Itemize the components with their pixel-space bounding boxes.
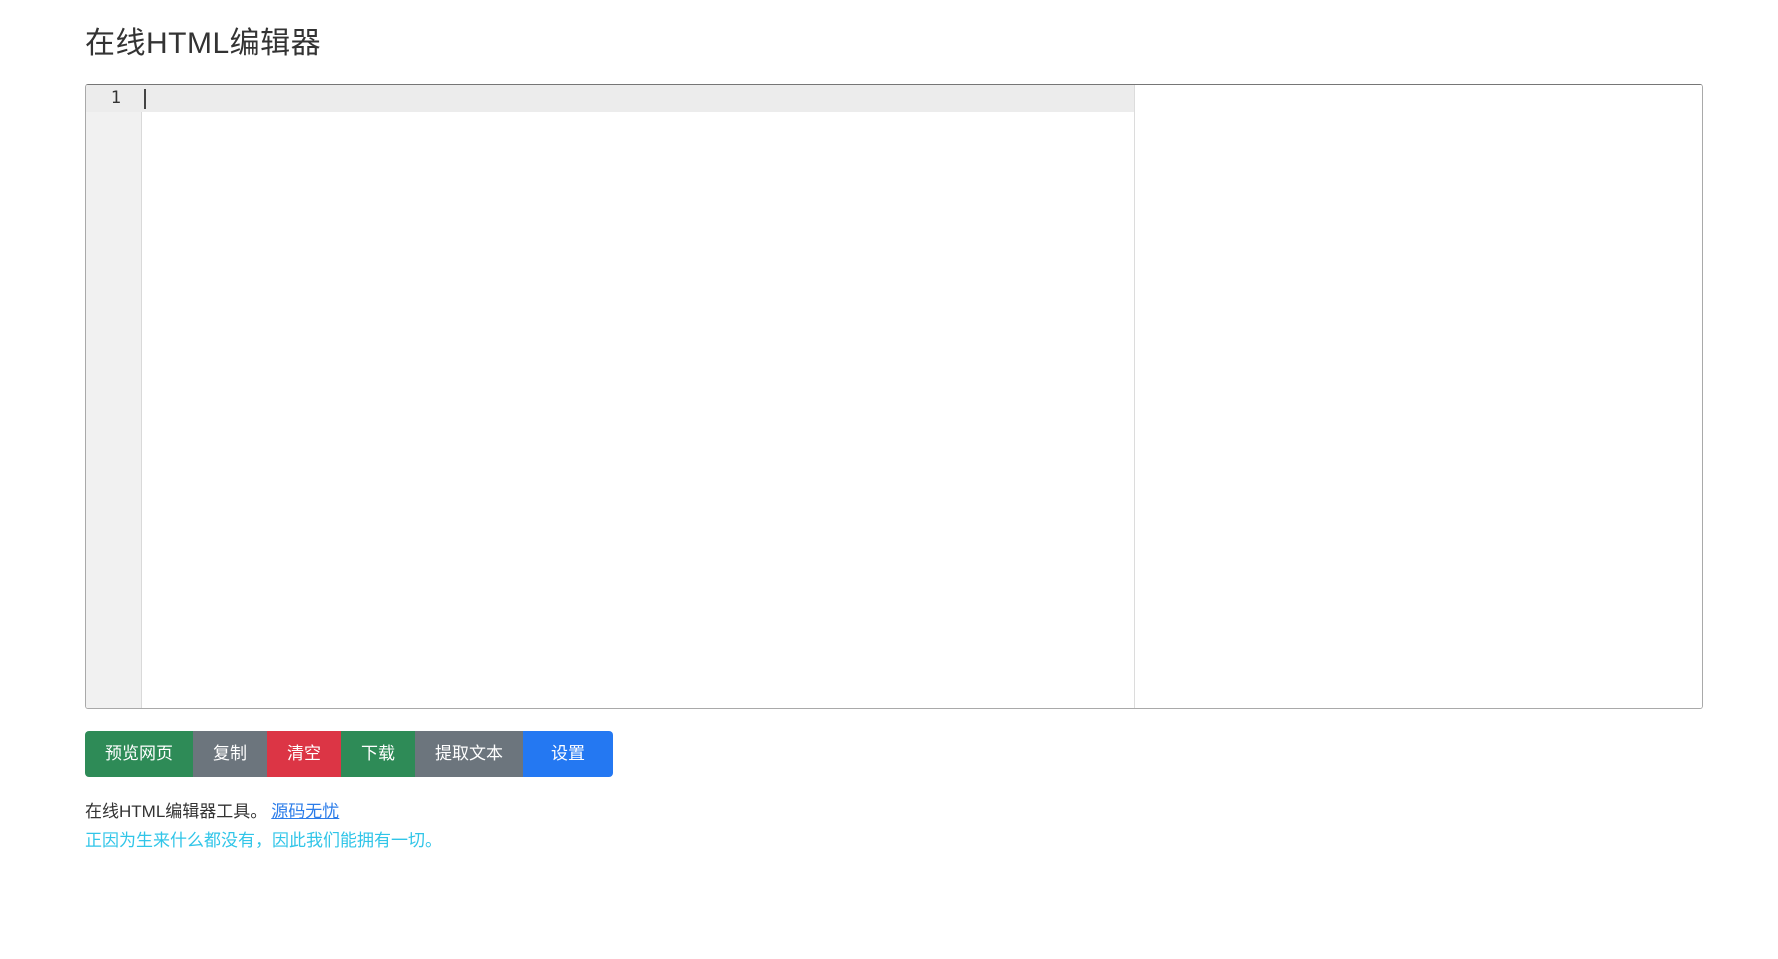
toolbar: 预览网页 复制 清空 下载 提取文本 设置: [85, 731, 613, 777]
online-html-editor-page: 在线HTML编辑器 1 预览网页 复制 清空 下载 提取文本 设置 在线HTML…: [0, 0, 1778, 959]
footer-description: 在线HTML编辑器工具。源码无忧: [85, 801, 442, 823]
footer: 在线HTML编辑器工具。源码无忧 正因为生来什么都没有，因此我们能拥有一切。: [85, 801, 442, 852]
copy-button[interactable]: 复制: [193, 731, 267, 777]
code-editor: 1: [85, 84, 1703, 709]
code-input-area[interactable]: [143, 85, 1134, 708]
quote-text: 正因为生来什么都没有，因此我们能拥有一切。: [85, 830, 442, 852]
extract-text-button[interactable]: 提取文本: [415, 731, 523, 777]
preview-page-button[interactable]: 预览网页: [85, 731, 193, 777]
line-number-gutter: [86, 85, 142, 708]
text-cursor: [144, 89, 146, 109]
clear-button[interactable]: 清空: [267, 731, 341, 777]
settings-button[interactable]: 设置: [523, 731, 613, 777]
page-title: 在线HTML编辑器: [85, 18, 321, 62]
source-link[interactable]: 源码无忧: [271, 802, 339, 821]
line-number: 1: [86, 88, 121, 109]
footer-tool-text: 在线HTML编辑器工具。: [85, 802, 267, 821]
download-button[interactable]: 下载: [341, 731, 415, 777]
preview-pane: [1135, 85, 1702, 708]
